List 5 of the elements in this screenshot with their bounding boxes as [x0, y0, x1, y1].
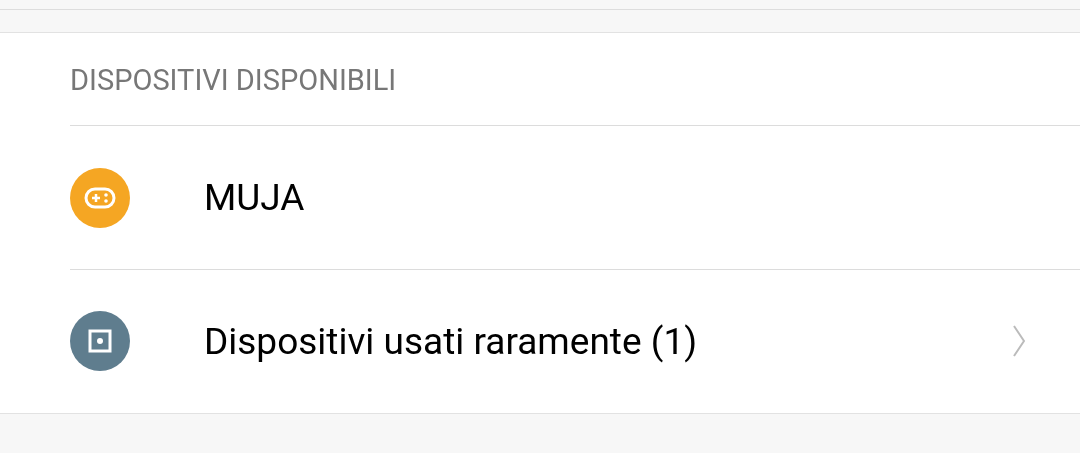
- item-label: MUJA: [204, 176, 305, 219]
- list-item[interactable]: Dispositivi usati raramente (1): [70, 269, 1080, 412]
- item-label: Dispositivi usati raramente (1): [204, 319, 698, 363]
- list-item[interactable]: MUJA: [0, 126, 1080, 269]
- section-header: DISPOSITIVI DISPONIBILI: [70, 33, 1080, 126]
